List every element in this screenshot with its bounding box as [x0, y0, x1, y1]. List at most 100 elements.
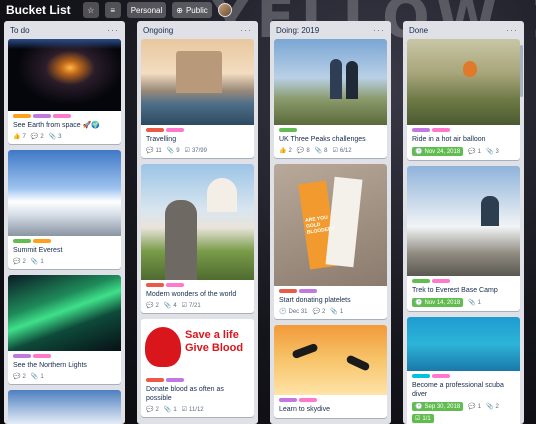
card-modern-wonders[interactable]: Modern wonders of the world 💬 2 📎 4 ☑ 7/21: [141, 164, 254, 313]
list-title[interactable]: Done: [409, 26, 428, 35]
card-labels: [279, 289, 382, 293]
visibility-label: Public: [185, 5, 208, 15]
label-sky: [412, 374, 430, 378]
card-cover-image: [141, 39, 254, 125]
comment-icon: 💬: [146, 407, 154, 413]
visibility-button[interactable]: ⊕ Public: [172, 2, 212, 18]
label-purple: [412, 128, 430, 132]
label-pink: [432, 374, 450, 378]
star-icon[interactable]: ☆: [82, 2, 99, 18]
list-header[interactable]: Doing: 2019 ···: [270, 21, 391, 39]
card-labels: [13, 354, 116, 358]
card-everest-base-camp[interactable]: Trek to Everest Base Camp 🕑 Nov 14, 2018 …: [407, 166, 520, 311]
checklist-icon: ☑: [332, 148, 338, 154]
clock-icon: 🕑: [415, 300, 423, 306]
checklist-count: 11/12: [189, 406, 204, 413]
card-partial[interactable]: [8, 390, 121, 424]
attachments-count: 1: [477, 299, 482, 306]
card-title: Trek to Everest Base Camp: [412, 287, 498, 294]
card-cover-image: Save a life Give Blood: [141, 319, 254, 375]
label-purple: [166, 378, 184, 382]
due-date-badge[interactable]: 🕑 Nov 24, 2018: [412, 147, 464, 156]
list-menu-icon[interactable]: ···: [373, 25, 385, 35]
label-green: [13, 239, 31, 243]
comments-count: 2: [40, 133, 44, 140]
attachments-count: 2: [495, 403, 499, 410]
card-donating-platelets[interactable]: ARE YOU GOLD BLOODED? Start donating pla…: [274, 164, 387, 319]
card-learn-to-skydive[interactable]: Learn to skydive: [274, 325, 387, 418]
card-title: See Earth from space 🚀🌍: [13, 122, 101, 129]
due-date: Dec 31: [288, 308, 308, 315]
card-labels: [146, 378, 249, 382]
label-pink: [166, 128, 184, 132]
comments-count: 2: [155, 406, 159, 413]
board-title[interactable]: Bucket List: [6, 3, 71, 17]
comment-icon: 💬: [30, 134, 39, 140]
list-done: Done ··· Ride in a hot air balloon 🕑 Nov …: [403, 21, 524, 424]
card-see-northern-lights[interactable]: See the Northern Lights 💬 2 📎 1: [8, 275, 121, 384]
attachments-count: 3: [495, 148, 499, 155]
card-summit-everest[interactable]: Summit Everest 💬 2 📎 1: [8, 150, 121, 269]
board-icon[interactable]: ≡: [104, 2, 121, 18]
list-menu-icon[interactable]: ···: [506, 25, 518, 35]
list-title[interactable]: Doing: 2019: [276, 26, 319, 35]
card-see-earth-from-space[interactable]: See Earth from space 🚀🌍 👍 7 💬 2 📎 3: [8, 39, 121, 144]
list-menu-icon[interactable]: ···: [240, 25, 252, 35]
likes-count: 7: [22, 133, 26, 140]
list-title[interactable]: Ongoing: [143, 26, 173, 35]
card-donate-blood[interactable]: Save a life Give Blood Donate blood as o…: [141, 319, 254, 417]
card-labels: [146, 128, 249, 132]
comments-count: 2: [22, 258, 26, 265]
comments-count: 2: [22, 373, 26, 380]
card-title: Travelling: [146, 136, 177, 143]
due-date-badge[interactable]: 🕑 Nov 14, 2018: [412, 298, 464, 307]
list-title[interactable]: To do: [10, 26, 30, 35]
card-cover-image: [8, 275, 121, 351]
card-cover-image: [8, 150, 121, 236]
card-travelling[interactable]: Travelling 💬 11 📎 9 ☑ 37/99: [141, 39, 254, 158]
card-cover-image: [407, 166, 520, 276]
card-scuba-diver[interactable]: Become a professional scuba diver 🕑 Sep 3…: [407, 317, 520, 424]
card-uk-three-peaks[interactable]: UK Three Peaks challenges 👍 2 💬 8 📎 8 ☑ 6/12: [274, 39, 387, 158]
card-labels: [13, 114, 116, 118]
comment-icon: 💬: [13, 259, 21, 265]
team-button[interactable]: Personal: [126, 2, 167, 18]
due-date-badge[interactable]: 🕑 Sep 30, 2018: [412, 402, 464, 411]
avatar[interactable]: [217, 3, 232, 17]
due-date: Nov 14, 2018: [424, 299, 461, 306]
team-label: Personal: [130, 5, 163, 15]
like-icon: 👍: [279, 148, 287, 154]
list-header[interactable]: Ongoing ···: [137, 21, 258, 39]
list-header[interactable]: To do ···: [4, 21, 125, 39]
card-cover-image: [407, 39, 520, 125]
label-pink: [53, 114, 71, 118]
attachment-icon: 📎: [486, 404, 494, 410]
card-title: Start donating platelets: [279, 297, 351, 304]
attachments-count: 1: [173, 406, 177, 413]
card-labels: [279, 128, 382, 132]
card-labels: [146, 283, 249, 287]
checklist-count: 7/21: [189, 302, 201, 309]
clock-icon: 🕑: [415, 149, 423, 155]
attachment-icon: 📎: [486, 149, 494, 155]
like-icon: 👍: [13, 134, 21, 140]
list-header[interactable]: Done ···: [403, 21, 524, 39]
attachment-icon: 📎: [48, 134, 57, 140]
attachment-icon: 📎: [163, 303, 172, 309]
comment-icon: 💬: [468, 404, 476, 410]
clock-icon: 🕑: [279, 309, 287, 315]
card-cover-image: [141, 164, 254, 280]
card-labels: [412, 279, 515, 283]
label-purple: [299, 289, 317, 293]
list-todo: To do ··· See Earth from space 🚀🌍 👍 7 💬 2 …: [4, 21, 125, 424]
attachment-icon: 📎: [468, 300, 476, 306]
card-hot-air-balloon[interactable]: Ride in a hot air balloon 🕑 Nov 24, 2018 …: [407, 39, 520, 160]
card-cover-image: [274, 39, 387, 125]
card-title: Donate blood as often as possible: [146, 386, 224, 402]
list-scrollbar[interactable]: [520, 45, 523, 97]
checklist-icon: ☑: [415, 416, 421, 422]
label-red: [146, 283, 164, 287]
label-orange: [33, 239, 51, 243]
card-labels: [412, 374, 515, 378]
list-menu-icon[interactable]: ···: [107, 25, 119, 35]
